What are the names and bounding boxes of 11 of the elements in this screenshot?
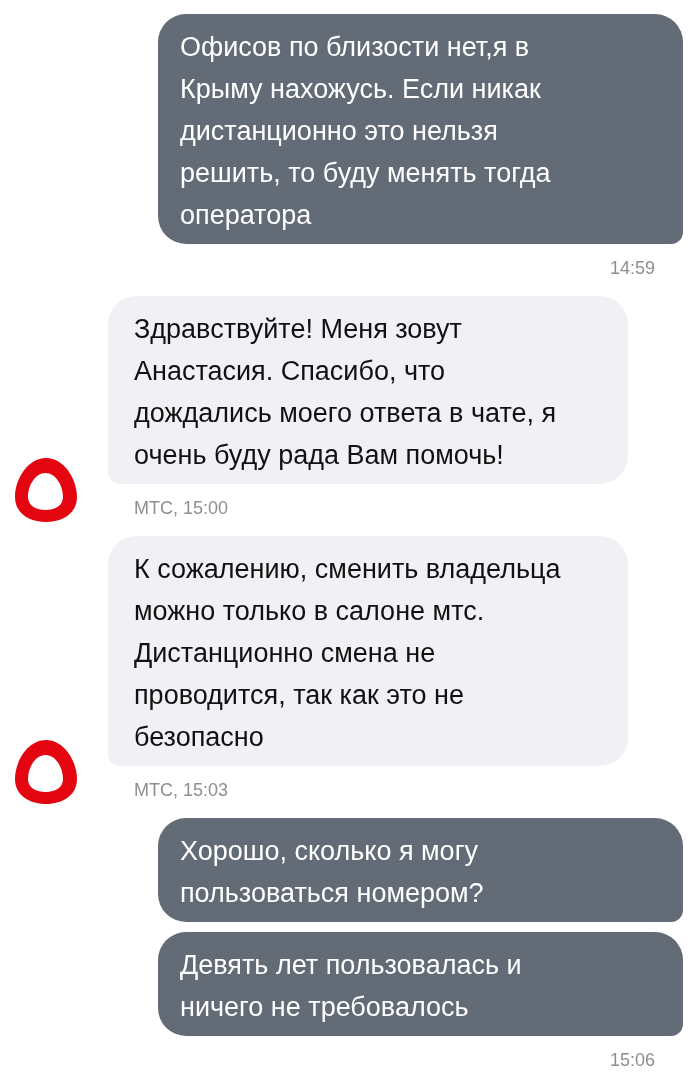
sender-time: МТС, 15:03 — [134, 779, 229, 802]
message-bubble: Девять лет пользовалась и ничего не требовалось — [158, 932, 683, 1036]
message-bubble: К сожалению, сменить владельца можно только в салоне мтс. Дистанционно смена не проводится, так как это не безопасно — [108, 536, 628, 766]
sender-time: МТС, 15:00 — [134, 497, 229, 520]
message-bubble: Здравствуйте! Меня зовут Анастасия. Спасибо, что дождались моего ответа в чате, я очень буду рада Вам помочь! — [108, 296, 628, 484]
message-bubble: Хорошо, сколько я могу пользоваться номером? — [158, 818, 683, 922]
egg-logo-icon — [14, 740, 78, 804]
egg-logo-icon — [14, 458, 78, 522]
message-time: 14:59 — [609, 257, 655, 280]
message-bubble: Офисов по близости нет,я в Крыму нахожусь. Если никак дистанционно это нельзя решить, то буду менять тогда оператора — [158, 14, 683, 244]
message-time: 15:06 — [609, 1049, 655, 1072]
